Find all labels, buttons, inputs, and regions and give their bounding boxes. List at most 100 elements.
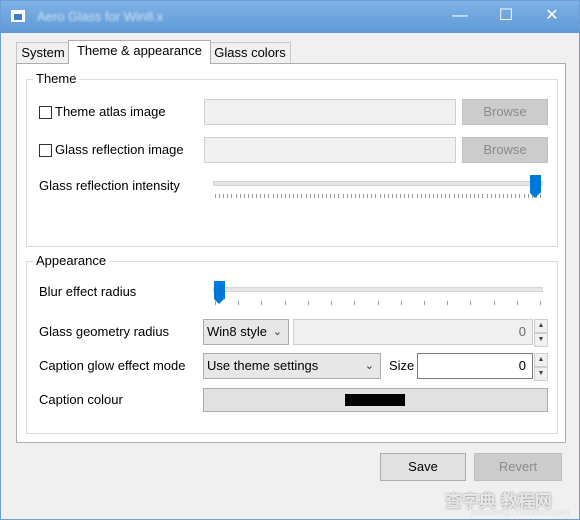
- theme-atlas-checkbox[interactable]: [39, 106, 52, 119]
- slider-tick: [421, 194, 422, 198]
- slider-tick: [515, 194, 516, 198]
- slider-tick: [462, 194, 463, 198]
- slider-tick: [499, 194, 500, 198]
- slider-tick: [388, 194, 389, 198]
- tab-theme-appearance[interactable]: Theme & appearance: [68, 40, 211, 64]
- slider-tick: [528, 194, 529, 198]
- theme-group-title: Theme: [33, 71, 80, 86]
- tab-glass-colors[interactable]: Glass colors: [209, 42, 291, 63]
- slider-tick: [359, 194, 360, 198]
- slider-tick: [297, 194, 298, 198]
- slider-tick: [293, 194, 294, 198]
- glass-reflection-label: Glass reflection image: [55, 142, 184, 157]
- window-title: Aero Glass for Win8.x: [37, 9, 164, 24]
- slider-tick: [310, 194, 311, 198]
- slider-tick: [289, 194, 290, 198]
- slider-tick: [540, 194, 541, 198]
- slider-tick: [252, 194, 253, 198]
- reflection-intensity-slider-thumb[interactable]: [530, 175, 541, 198]
- geometry-style-value: Win8 style: [207, 324, 267, 339]
- slider-tick: [308, 301, 309, 305]
- close-button[interactable]: ✕: [529, 1, 575, 33]
- slider-tick: [392, 194, 393, 198]
- slider-tick: [273, 194, 274, 198]
- geometry-radius-spinner[interactable]: ▲ ▼: [534, 319, 548, 347]
- theme-atlas-browse-button[interactable]: Browse: [462, 99, 548, 125]
- revert-button[interactable]: Revert: [474, 453, 562, 481]
- slider-tick: [449, 194, 450, 198]
- reflection-intensity-ticks: [215, 194, 541, 198]
- appearance-group-title: Appearance: [33, 253, 110, 268]
- blur-radius-slider-thumb[interactable]: [214, 281, 225, 304]
- theme-atlas-label: Theme atlas image: [55, 104, 166, 119]
- caption-glow-mode-value: Use theme settings: [207, 358, 319, 373]
- slider-tick: [474, 194, 475, 198]
- slider-tick: [285, 301, 286, 305]
- reflection-intensity-track[interactable]: [213, 181, 543, 186]
- blur-radius-track[interactable]: [213, 287, 543, 292]
- slider-tick: [408, 194, 409, 198]
- glow-size-field[interactable]: 0: [417, 353, 533, 379]
- slider-tick: [491, 194, 492, 198]
- slider-tick: [417, 194, 418, 198]
- slider-tick: [458, 194, 459, 198]
- blur-radius-label: Blur effect radius: [39, 284, 137, 299]
- glass-reflection-checkbox[interactable]: [39, 144, 52, 157]
- minimize-button[interactable]: —: [437, 1, 483, 33]
- glass-reflection-path-field[interactable]: [204, 137, 456, 163]
- slider-tick: [306, 194, 307, 198]
- slider-tick: [412, 194, 413, 198]
- slider-tick: [277, 194, 278, 198]
- spin-up-icon[interactable]: ▲: [534, 319, 548, 333]
- glow-size-spinner[interactable]: ▲ ▼: [534, 353, 548, 381]
- chevron-down-icon: ⌄: [364, 360, 374, 372]
- slider-tick: [511, 194, 512, 198]
- slider-tick: [441, 194, 442, 198]
- tab-panel: Theme Theme atlas image Browse Glass ref…: [16, 63, 566, 443]
- slider-tick: [318, 194, 319, 198]
- slider-tick: [326, 194, 327, 198]
- slider-tick: [482, 194, 483, 198]
- glow-size-label: Size: [389, 358, 415, 373]
- slider-tick: [244, 194, 245, 198]
- slider-tick: [519, 194, 520, 198]
- slider-tick: [338, 194, 339, 198]
- slider-tick: [347, 194, 348, 198]
- theme-group: Theme Theme atlas image Browse Glass ref…: [26, 71, 558, 247]
- slider-tick: [268, 194, 269, 198]
- caption-glow-label: Caption glow effect mode: [39, 358, 186, 373]
- caption-glow-mode-select[interactable]: Use theme settings ⌄: [203, 353, 381, 379]
- spin-down-icon[interactable]: ▼: [534, 367, 548, 381]
- tab-system[interactable]: System: [16, 42, 70, 63]
- slider-tick: [401, 301, 402, 305]
- slider-tick: [487, 194, 488, 198]
- slider-tick: [507, 194, 508, 198]
- slider-tick: [322, 194, 323, 198]
- reflection-intensity-label: Glass reflection intensity: [39, 178, 180, 193]
- app-window: Aero Glass for Win8.x — ☐ ✕ System Theme…: [0, 0, 580, 520]
- glass-reflection-browse-button[interactable]: Browse: [462, 137, 548, 163]
- caption-colour-button[interactable]: [203, 388, 548, 412]
- slider-tick: [351, 194, 352, 198]
- app-icon: [11, 10, 25, 22]
- slider-tick: [424, 301, 425, 305]
- slider-tick: [470, 194, 471, 198]
- save-button[interactable]: Save: [380, 453, 466, 481]
- slider-tick: [375, 194, 376, 198]
- slider-tick: [330, 194, 331, 198]
- spin-down-icon[interactable]: ▼: [534, 333, 548, 347]
- geometry-radius-field[interactable]: 0: [293, 319, 533, 345]
- slider-tick: [301, 194, 302, 198]
- slider-tick: [367, 194, 368, 198]
- chevron-down-icon: ⌄: [272, 326, 282, 338]
- spin-up-icon[interactable]: ▲: [534, 353, 548, 367]
- caption-colour-swatch: [345, 394, 405, 406]
- theme-atlas-path-field[interactable]: [204, 99, 456, 125]
- slider-tick: [331, 301, 332, 305]
- slider-tick: [281, 194, 282, 198]
- maximize-button[interactable]: ☐: [483, 1, 529, 33]
- geometry-style-select[interactable]: Win8 style ⌄: [203, 319, 289, 345]
- title-bar[interactable]: Aero Glass for Win8.x — ☐ ✕: [1, 1, 579, 33]
- slider-tick: [248, 194, 249, 198]
- slider-tick: [363, 194, 364, 198]
